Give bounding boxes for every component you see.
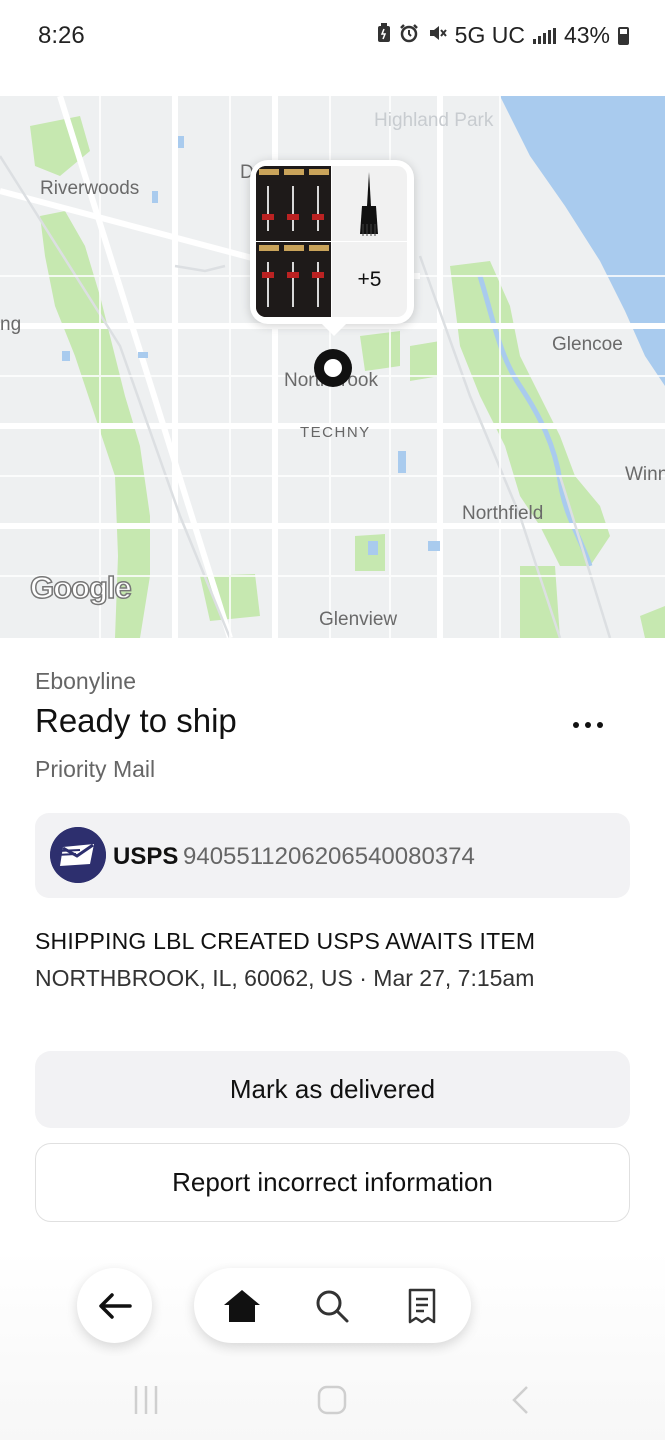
package-items-popup[interactable]: +5: [250, 160, 414, 336]
google-logo: Google: [29, 569, 132, 606]
map-label-techny: TECHNY: [300, 424, 371, 441]
seller-name: Ebonyline: [35, 668, 137, 694]
battery-icon: [618, 26, 629, 45]
search-tab[interactable]: [312, 1286, 352, 1326]
map-label-northfield: Northfield: [462, 503, 544, 524]
status-bar: 8:26 5G UC 43%: [0, 0, 665, 72]
bottom-navigation: [194, 1268, 471, 1343]
home-circle-icon: [317, 1385, 347, 1415]
tracking-map[interactable]: Highland Park Riverwoods D Glencoe ng No…: [0, 96, 665, 638]
map-label-winnetka: Winn: [625, 464, 665, 485]
recents-button[interactable]: [128, 1382, 164, 1418]
product-thumbnail: [256, 242, 331, 317]
home-system-button[interactable]: [314, 1382, 350, 1418]
product-thumbnail: [256, 166, 331, 241]
map-label-highland-park: Highland Park: [374, 110, 494, 131]
tracking-number: 9405511206206540080374: [183, 843, 475, 870]
battery-saver-icon: [377, 22, 391, 49]
orders-tab[interactable]: [402, 1286, 442, 1326]
report-incorrect-info-button[interactable]: Report incorrect information: [35, 1143, 630, 1222]
receipt-icon: [408, 1288, 436, 1324]
chevron-left-icon: [512, 1386, 528, 1414]
map-label-riverwoods: Riverwoods: [40, 178, 140, 199]
system-back-button[interactable]: [505, 1382, 535, 1418]
arrow-left-icon: [98, 1292, 132, 1319]
search-icon: [316, 1290, 349, 1323]
usps-logo-icon: [50, 827, 106, 883]
mute-icon: [427, 22, 447, 49]
more-items-count: +5: [332, 242, 407, 317]
carrier-name: USPS: [113, 843, 179, 870]
map-label-glencoe: Glencoe: [552, 334, 623, 355]
alarm-icon: [399, 22, 419, 49]
shipment-status: Ready to ship: [35, 702, 237, 739]
tracking-event-title: SHIPPING LBL CREATED USPS AWAITS ITEM: [35, 928, 536, 954]
more-options-button[interactable]: [562, 705, 614, 745]
map-label-glenview: Glenview: [319, 609, 398, 630]
status-time: 8:26: [38, 22, 85, 49]
tracking-event-detail: NORTHBROOK, IL, 60062, US · Mar 27, 7:15…: [35, 965, 535, 991]
map-label-left-partial: ng: [0, 314, 22, 335]
shipping-method: Priority Mail: [35, 756, 156, 782]
signal-icon: [532, 27, 556, 44]
network-type: 5G UC: [454, 22, 525, 48]
more-dots-icon: [573, 722, 579, 728]
location-pin-icon[interactable]: [314, 349, 352, 387]
status-icons: 5G UC 43%: [377, 22, 629, 49]
mark-as-delivered-button[interactable]: Mark as delivered: [35, 1051, 630, 1128]
recents-icon: [134, 1386, 158, 1414]
back-button[interactable]: [77, 1268, 152, 1343]
home-icon: [224, 1290, 260, 1322]
home-tab[interactable]: [222, 1286, 262, 1326]
battery-percent: 43%: [563, 22, 610, 48]
tracking-number-card[interactable]: USPS 9405511206206540080374: [35, 813, 630, 898]
product-thumbnail: [332, 166, 407, 241]
